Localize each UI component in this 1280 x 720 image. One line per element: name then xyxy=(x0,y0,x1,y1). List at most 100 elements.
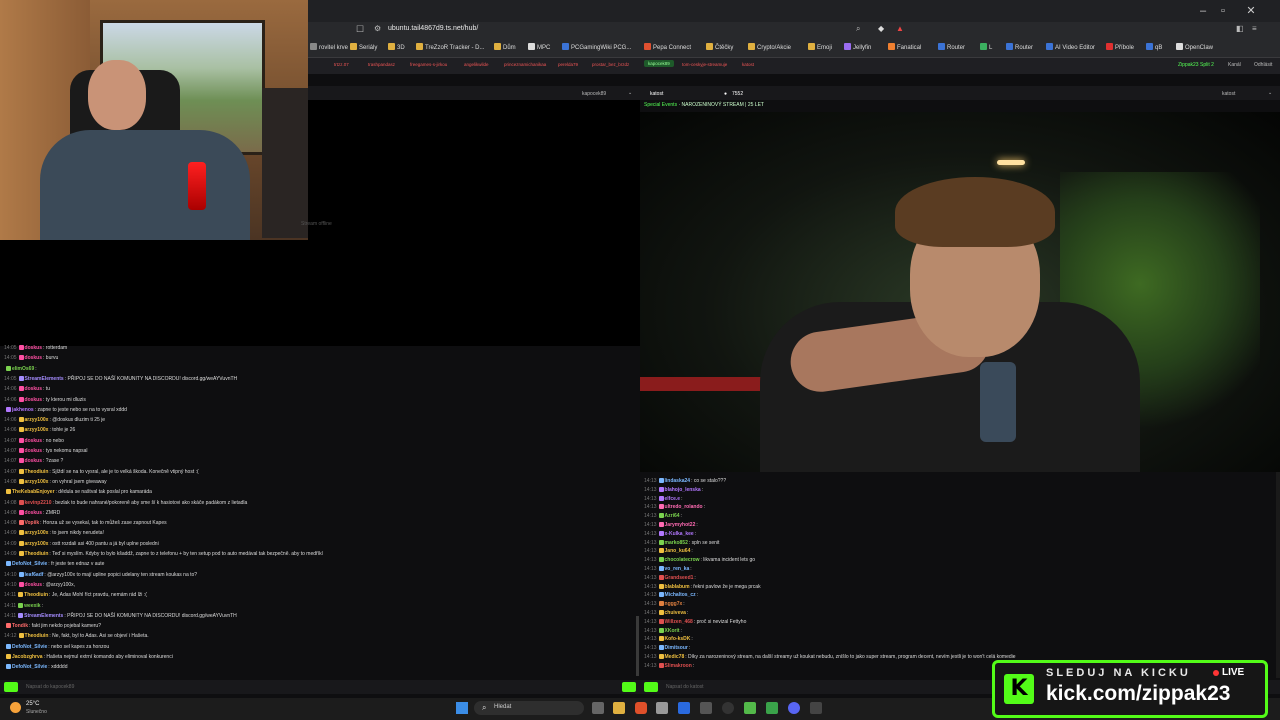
bookmark-item[interactable]: Příbole xyxy=(1106,43,1134,51)
chat-username[interactable]: Willzen_468 xyxy=(665,619,693,625)
chat-username[interactable]: chuiveva xyxy=(665,610,686,616)
weather-desc[interactable]: Slunečno xyxy=(26,709,47,715)
taskbar-search[interactable] xyxy=(474,701,584,715)
left-chat-scrollbar[interactable] xyxy=(636,616,639,676)
file-explorer-icon[interactable] xyxy=(613,702,625,714)
bookmark-item[interactable]: Router xyxy=(938,43,965,51)
chat-username[interactable]: doskus xyxy=(25,582,43,588)
bookmark-item[interactable]: Dům xyxy=(494,43,516,51)
stream-tab[interactable]: angelikwilde xyxy=(464,62,489,67)
chat-username[interactable]: Theodiuin xyxy=(25,469,49,475)
left-player[interactable] xyxy=(308,100,640,346)
discord-icon[interactable] xyxy=(788,702,800,714)
stream-tab[interactable]: freegames-s-jirkou xyxy=(410,62,447,67)
chat-username[interactable]: Vopiik xyxy=(25,520,40,526)
nav-logout[interactable]: Odhlásit xyxy=(1254,62,1272,68)
settings-icon[interactable] xyxy=(722,702,734,714)
bookmark-item[interactable]: Čtěčky xyxy=(706,43,733,51)
left-channel-select[interactable]: kapocek89 xyxy=(582,91,606,97)
chat-username[interactable]: arzyy100x xyxy=(25,541,49,547)
chat-username[interactable]: Slimakroon xyxy=(665,663,692,669)
chat-username[interactable]: marko852 xyxy=(665,540,688,546)
left-chat-input[interactable] xyxy=(0,680,640,694)
bookmark-item[interactable]: rovitel krve xyxy=(310,43,348,51)
right-chat-scrollbar[interactable] xyxy=(1276,472,1280,678)
app-icon[interactable] xyxy=(810,702,822,714)
chat-username[interactable]: Theodiuin xyxy=(25,551,49,557)
store-icon[interactable] xyxy=(656,702,668,714)
chat-username[interactable]: Dimitsour xyxy=(665,645,688,651)
stream-tab[interactable]: kapocek89 xyxy=(644,60,674,67)
chat-username[interactable]: elfce.e xyxy=(665,496,681,502)
chat-username[interactable]: DefoNot_Silvie xyxy=(12,644,47,650)
bookmark-item[interactable]: Crypto/Akcie xyxy=(748,43,791,51)
bookmark-item[interactable]: L xyxy=(980,43,992,51)
right-emote-button[interactable] xyxy=(622,682,636,692)
chat-username[interactable]: DefoNot_Silvie xyxy=(12,664,47,670)
stream-tab[interactable]: tom-ceskyje-streamuje xyxy=(682,62,727,67)
chat-username[interactable]: Theodiuin xyxy=(24,592,48,598)
right-player[interactable] xyxy=(640,112,1280,472)
vscode-icon[interactable] xyxy=(678,702,690,714)
chat-username[interactable]: XKorit xyxy=(665,628,680,634)
chat-username[interactable]: chocolatecrow xyxy=(665,557,700,563)
chat-username[interactable]: Jarymyhot22 xyxy=(665,522,696,528)
chat-username[interactable]: Medic78 xyxy=(665,654,685,660)
chat-username[interactable]: Tondik xyxy=(12,623,28,629)
chat-username[interactable]: Michaltos_cz xyxy=(665,592,696,598)
restore-icon[interactable]: ▫ xyxy=(1216,4,1230,18)
stream-tab[interactable]: trtzz.07 xyxy=(334,62,349,67)
chat-username[interactable]: DefoNot_Silvie xyxy=(12,561,47,567)
chat-username[interactable]: leaf6adf xyxy=(25,572,44,578)
left-emote-button[interactable] xyxy=(4,682,18,692)
right-channel-select[interactable]: katost xyxy=(1222,91,1235,97)
chat-username[interactable]: doskus xyxy=(25,448,43,454)
chat-username[interactable]: doskus xyxy=(25,438,43,444)
chat-username[interactable]: doskus xyxy=(25,345,43,351)
chat-username[interactable]: elimOs69 xyxy=(12,366,34,372)
bookmark-item[interactable]: OpenClaw xyxy=(1176,43,1213,51)
task-view-icon[interactable] xyxy=(592,702,604,714)
chat-username[interactable]: Kofo-ksDK xyxy=(665,636,691,642)
chat-username[interactable]: StreamElements xyxy=(24,613,63,619)
chevron-down-icon[interactable]: ⌄ xyxy=(1268,90,1272,96)
bookmark-item[interactable]: AI Video Editor xyxy=(1046,43,1095,51)
brave-rewards-icon[interactable]: ▲ xyxy=(896,24,904,33)
bookmark-star-icon[interactable]: ☐ xyxy=(356,24,364,35)
stream-tab[interactable]: princeznamichanikaa xyxy=(504,62,546,67)
bookmark-item[interactable]: Jellyfin xyxy=(844,43,871,51)
chat-username[interactable]: ultredo_rolando xyxy=(665,504,703,510)
chat-username[interactable]: doskus xyxy=(25,458,43,464)
bookmark-item[interactable]: Emoji xyxy=(808,43,832,51)
bookmark-item[interactable]: 3D xyxy=(388,43,405,51)
bookmark-item[interactable]: Router xyxy=(1006,43,1033,51)
chat-username[interactable]: doskus xyxy=(25,510,43,516)
chat-username[interactable]: TheKebabEnjoyer xyxy=(12,489,55,495)
chat-username[interactable]: Theodiuin xyxy=(25,633,49,639)
chat-username[interactable]: lindaska24 xyxy=(665,478,691,484)
weather-temp[interactable]: 25°C xyxy=(26,701,39,707)
stream-tab[interactable]: katost xyxy=(742,62,754,67)
chat-username[interactable]: arzyy100x xyxy=(25,530,49,536)
brave-browser-icon[interactable] xyxy=(635,702,647,714)
stream-tab[interactable]: prostar_bez_brzdz xyxy=(592,62,629,67)
chat-username[interactable]: Azri64 xyxy=(665,513,680,519)
chat-username[interactable]: StreamElements xyxy=(25,376,64,382)
nav-channel[interactable]: Kanál xyxy=(1228,62,1241,68)
chat-username[interactable]: doskus xyxy=(25,355,43,361)
menu-icon[interactable]: ≡ xyxy=(1252,24,1257,33)
chat-username[interactable]: nggg7x xyxy=(665,601,683,607)
chat-username[interactable]: Grandseed1 xyxy=(665,575,694,581)
chat-username[interactable]: Jacobzghrva xyxy=(12,654,43,660)
site-info-icon[interactable]: ⚙ xyxy=(374,24,381,33)
chat-username[interactable]: x-Kulka_kee xyxy=(665,531,694,537)
sun-icon[interactable] xyxy=(10,702,21,713)
left-player-area[interactable] xyxy=(0,240,308,346)
stream-tab[interactable]: perelda79 xyxy=(558,62,578,67)
zoom-icon[interactable]: ⌕ xyxy=(856,24,860,34)
chat-username[interactable]: arzyy100x xyxy=(25,479,49,485)
bookmark-item[interactable]: Pepa Connect xyxy=(644,43,691,51)
chat-username[interactable]: doskus xyxy=(25,397,43,403)
chat-username[interactable]: weexik xyxy=(24,603,40,609)
nav-split[interactable]: Split 2 xyxy=(1200,62,1214,68)
